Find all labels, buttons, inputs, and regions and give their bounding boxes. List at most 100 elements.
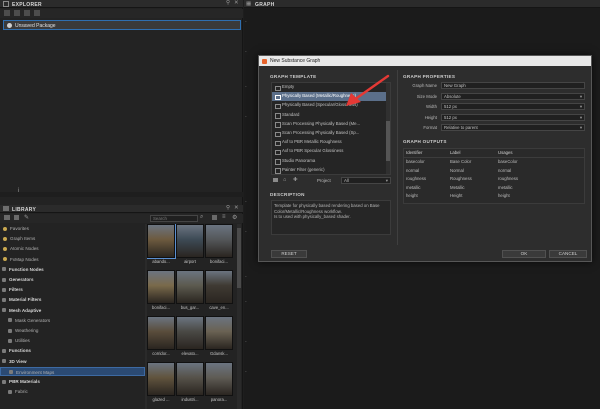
template-item[interactable]: Axf to PBR Specular Glossiness: [272, 147, 386, 156]
library-category-item[interactable]: Weathering: [0, 326, 145, 336]
folder-icon[interactable]: [273, 178, 278, 182]
tool-icon[interactable]: ·: [245, 84, 247, 90]
outputs-row[interactable]: basecolor Base Color baseColor: [404, 159, 584, 167]
library-category-item[interactable]: Utilities: [0, 336, 145, 346]
library-thumbnail[interactable]: Gdansk...: [205, 316, 233, 360]
tool-icon[interactable]: ·: [245, 299, 247, 305]
library-thumbnail[interactable]: airport: [176, 224, 204, 268]
library-category-item[interactable]: Graph Items: [0, 234, 145, 244]
description-text: Template for physically based rendering …: [274, 203, 380, 219]
library-category-item[interactable]: Atomic Nodes: [0, 244, 145, 254]
package-item[interactable]: Unsaved Package: [3, 20, 241, 30]
outputs-cell: height: [406, 193, 418, 199]
home-icon[interactable]: ⌂: [283, 177, 286, 183]
explorer-panel: EXPLORER ⚲ ✕ Unsaved Package: [0, 0, 243, 196]
category-label: Weathering: [15, 328, 39, 333]
tool-icon[interactable]: ·: [245, 274, 247, 280]
library-search-input[interactable]: Search: [150, 215, 198, 222]
library-thumbnail[interactable]: corridor...: [147, 316, 175, 360]
view-mode-icon[interactable]: [212, 215, 217, 220]
tool-icon[interactable]: ·: [245, 199, 247, 205]
library-category-item[interactable]: Material Filters: [0, 295, 145, 305]
library-category-item[interactable]: Mesh Adaptive: [0, 306, 145, 316]
library-thumbnail[interactable]: glazed ...: [147, 362, 175, 406]
close-icon[interactable]: ✕: [234, 205, 239, 211]
outputs-row[interactable]: normal Normal normal: [404, 168, 584, 176]
template-item[interactable]: Scan Processing Physically Based (Sp...: [272, 129, 386, 138]
library-thumbnail[interactable]: industri...: [176, 362, 204, 406]
add-icon[interactable]: [14, 215, 19, 220]
property-field[interactable]: Absolute ▾: [441, 92, 585, 100]
library-category-item[interactable]: Mask Generators: [0, 316, 145, 326]
property-field[interactable]: Relative to parent ▾: [441, 124, 585, 131]
search-icon[interactable]: ⌕: [200, 214, 203, 221]
chevron-down-icon: ▾: [579, 114, 582, 120]
cancel-button[interactable]: CANCEL: [549, 250, 587, 258]
filter-icon[interactable]: [34, 10, 40, 16]
tool-icon[interactable]: ·: [245, 114, 247, 120]
library-category-item[interactable]: Filters: [0, 285, 145, 295]
pin-icon[interactable]: ⚲: [226, 0, 230, 6]
library-thumbs-scrollbar[interactable]: [237, 224, 241, 409]
outputs-row[interactable]: metallic Metallic metallic: [404, 185, 584, 193]
open-icon[interactable]: [14, 10, 20, 16]
template-item[interactable]: Axf to PBR Metallic Roughness: [272, 138, 386, 147]
property-field[interactable]: New Graph: [441, 82, 585, 89]
library-category-item[interactable]: Generators: [0, 275, 145, 285]
scrollbar-thumb[interactable]: [386, 121, 390, 161]
chevron-down-icon: ▾: [579, 104, 582, 109]
template-item[interactable]: Painter Filter (generic): [272, 166, 386, 174]
edit-icon[interactable]: ✎: [24, 214, 29, 221]
library-category-item[interactable]: 3D View: [0, 357, 145, 367]
new-package-icon[interactable]: [4, 10, 10, 16]
project-select[interactable]: All ▾: [341, 177, 391, 184]
settings-icon[interactable]: ⚙: [232, 214, 237, 221]
package-icon: [7, 23, 12, 28]
tool-icon[interactable]: ·: [245, 369, 247, 375]
tool-icon[interactable]: ·: [245, 339, 247, 345]
outputs-cell: Height: [450, 193, 463, 199]
category-icon: [2, 348, 6, 353]
reset-button[interactable]: RESET: [271, 250, 307, 258]
library-thumbnail[interactable]: bonifaci...: [205, 224, 233, 268]
tool-icon[interactable]: ·: [245, 49, 247, 55]
library-category-item[interactable]: Environment Maps: [0, 366, 145, 377]
library-category-item[interactable]: FxMap Nodes: [0, 255, 145, 265]
property-field[interactable]: 512 px ▾: [441, 113, 585, 121]
library-category-item[interactable]: Fabric: [0, 387, 145, 397]
info-icon[interactable]: i: [18, 188, 19, 194]
outputs-cell: metallic: [498, 184, 513, 190]
library-splitter[interactable]: i: [0, 188, 243, 197]
library-category-item[interactable]: PBR Materials: [0, 377, 145, 387]
pin-icon[interactable]: ⚲: [226, 205, 230, 211]
menu-icon[interactable]: ≡: [222, 214, 226, 220]
thumbnail-image: [147, 270, 175, 304]
library-category-item[interactable]: Function Nodes: [0, 265, 145, 275]
library-thumbnail[interactable]: cave_en...: [205, 270, 233, 314]
category-icon: [8, 389, 12, 394]
library-thumbnail[interactable]: elevato...: [176, 316, 204, 360]
outputs-row[interactable]: height Height height: [404, 193, 584, 201]
library-thumbnail[interactable]: abando...: [147, 224, 176, 268]
library-thumbnail[interactable]: bus_gar...: [176, 270, 204, 314]
library-category-item[interactable]: Favorites: [0, 224, 145, 234]
scrollbar-thumb[interactable]: [237, 228, 241, 288]
close-icon[interactable]: ✕: [234, 0, 239, 6]
add-icon[interactable]: ✚: [293, 177, 298, 183]
thumbnail-label: bus_gar...: [180, 305, 200, 310]
template-item[interactable]: Scan Processing Physically Based (Me...: [272, 120, 386, 129]
ok-button[interactable]: OK: [502, 250, 546, 258]
thumbnail-image: [176, 316, 204, 350]
folder-icon[interactable]: [4, 215, 10, 220]
outputs-row[interactable]: roughness Roughness roughness: [404, 176, 584, 184]
tool-icon[interactable]: ·: [245, 229, 247, 235]
save-icon[interactable]: [24, 10, 30, 16]
property-field[interactable]: 512 px ▾: [441, 103, 585, 110]
library-category-item[interactable]: Functions: [0, 346, 145, 356]
template-item[interactable]: Studio Panorama: [272, 157, 386, 166]
template-label: Empty: [282, 84, 295, 89]
library-thumbnail[interactable]: bonifaci...: [147, 270, 175, 314]
tool-icon[interactable]: ·: [245, 19, 247, 25]
library-thumbnail[interactable]: panora...: [205, 362, 233, 406]
category-icon: [3, 257, 7, 262]
